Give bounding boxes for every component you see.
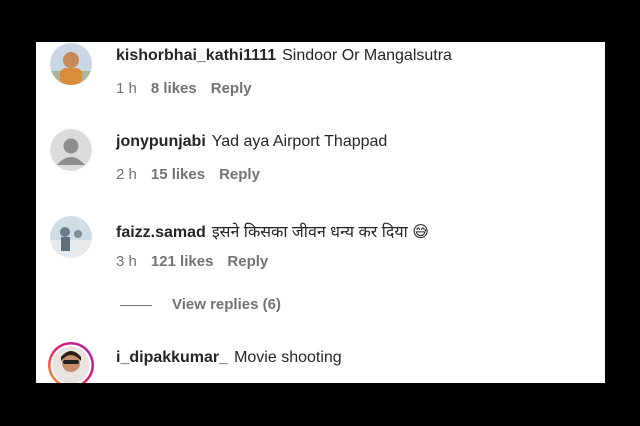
comment-username[interactable]: faizz.samad <box>116 224 206 241</box>
comment-meta: 2 h 15 likes Reply <box>116 166 274 183</box>
comment-line: jonypunjabi Yad aya Airport Thappad <box>116 133 387 151</box>
comment-line: i_dipakkumar_ Movie shooting <box>116 349 342 367</box>
comment-text: Sindoor Or Mangalsutra <box>282 47 452 64</box>
avatar[interactable] <box>50 43 92 85</box>
reply-button[interactable]: Reply <box>219 166 260 183</box>
comment-item: jonypunjabi Yad aya Airport Thappad 2 h 15… <box>36 128 605 208</box>
comment-text: Yad aya Airport Thappad <box>211 133 388 150</box>
comment-text: इसने किसका जीवन धन्य कर दिया 😅 <box>211 224 429 241</box>
comment-time: 3 h <box>116 253 137 270</box>
comment-item: i_dipakkumar_ Movie shooting <box>36 340 605 383</box>
comment-username[interactable]: i_dipakkumar_ <box>116 349 228 366</box>
avatar[interactable] <box>50 129 92 171</box>
avatar[interactable] <box>50 216 92 258</box>
comment-username[interactable]: jonypunjabi <box>116 133 206 150</box>
comment-time: 2 h <box>116 166 137 183</box>
comment-line: faizz.samad इसने किसका जीवन धन्य कर दिया … <box>116 220 429 242</box>
comments-panel: kishorbhai_kathi1111 Sindoor Or Mangalsut… <box>36 42 605 383</box>
comment-text: Movie shooting <box>234 349 342 366</box>
comment-meta: 1 h 8 likes Reply <box>116 80 266 97</box>
comment-username[interactable]: kishorbhai_kathi1111 <box>116 47 276 64</box>
user-photo-icon <box>50 43 92 85</box>
story-ring-avatar-icon <box>48 342 94 383</box>
comment-likes[interactable]: 121 likes <box>151 253 214 270</box>
comment-time: 1 h <box>116 80 137 97</box>
comment-item: faizz.samad इसने किसका जीवन धन्य कर दिया … <box>36 215 605 295</box>
reply-button[interactable]: Reply <box>211 80 252 97</box>
default-user-icon <box>50 129 92 171</box>
reply-button[interactable]: Reply <box>227 253 268 270</box>
divider-line <box>120 304 152 306</box>
view-replies-button[interactable]: View replies (6) <box>120 296 281 313</box>
comment-meta: 3 h 121 likes Reply <box>116 253 282 270</box>
user-photo-icon <box>50 216 92 258</box>
comment-likes[interactable]: 8 likes <box>151 80 197 97</box>
avatar[interactable] <box>47 341 95 383</box>
comment-item: kishorbhai_kathi1111 Sindoor Or Mangalsut… <box>36 42 605 122</box>
comment-likes[interactable]: 15 likes <box>151 166 205 183</box>
view-replies-label: View replies (6) <box>172 296 281 313</box>
comment-line: kishorbhai_kathi1111 Sindoor Or Mangalsut… <box>116 47 452 65</box>
